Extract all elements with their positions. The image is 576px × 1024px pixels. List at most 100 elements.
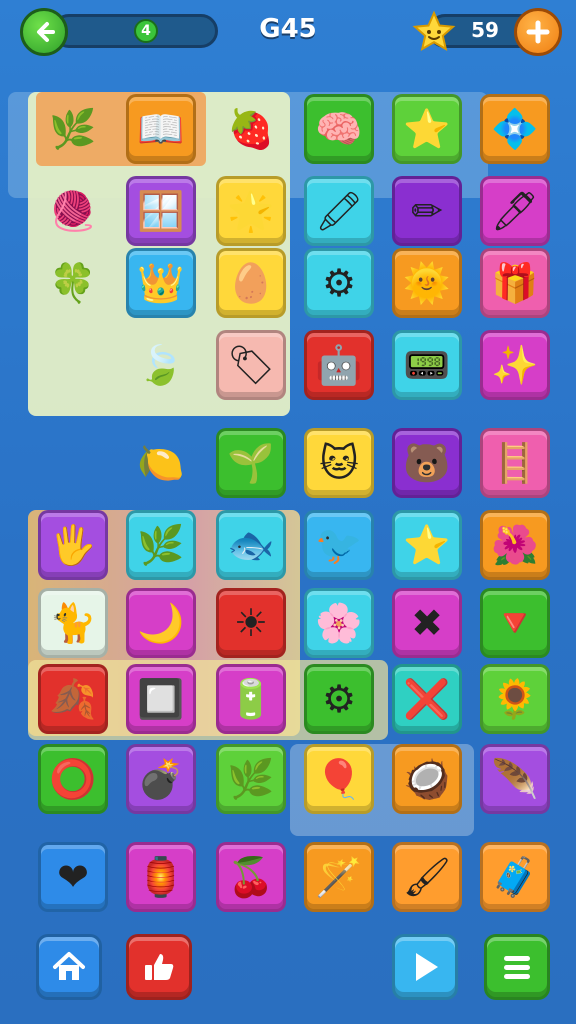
flower-face-icon: 🌺 — [491, 523, 539, 567]
tile[interactable]: 🌞 — [392, 248, 462, 318]
tile[interactable]: 🌱 — [216, 428, 286, 498]
tile[interactable]: 📟 — [392, 330, 462, 400]
tile[interactable]: 🍋 — [126, 428, 196, 498]
thumbs-up-icon — [145, 954, 174, 980]
level-title: G45 — [259, 14, 317, 44]
brush-icon: 🖌 — [402, 855, 452, 899]
tile[interactable]: 🎁 — [480, 248, 550, 318]
tile[interactable]: 🌿 — [216, 744, 286, 814]
tile[interactable]: 🪜 — [480, 428, 550, 498]
tile[interactable]: 🖌 — [392, 842, 462, 912]
tile[interactable]: 🌿 — [126, 510, 196, 580]
tile[interactable]: ⚙ — [304, 664, 374, 734]
arrow-left-icon — [37, 22, 55, 42]
back-button[interactable] — [20, 8, 68, 56]
star-icon — [412, 10, 456, 52]
menu-icon — [504, 956, 530, 979]
tile[interactable]: 🐦 — [304, 510, 374, 580]
robot-icon: 🤖 — [315, 343, 363, 387]
tile[interactable]: 🪄 — [304, 842, 374, 912]
tile[interactable]: 🌙 — [126, 588, 196, 658]
star-face-icon: ⭐ — [403, 107, 451, 151]
arrowhead-icon: 🔻 — [491, 601, 539, 645]
tile[interactable]: 🖐 — [38, 510, 108, 580]
bear-face-icon: 🐻 — [403, 441, 451, 485]
tile[interactable]: 🍀 — [38, 248, 108, 318]
tile[interactable]: 🌻 — [480, 664, 550, 734]
menu-button[interactable] — [484, 934, 550, 1000]
tile[interactable]: 🍃 — [126, 330, 196, 400]
lemon-icon: 🍋 — [137, 441, 185, 485]
add-stars-button[interactable] — [514, 8, 562, 56]
tile[interactable]: 🔲 — [126, 664, 196, 734]
brain-icon: 🧠 — [315, 107, 363, 151]
tile[interactable]: ⭐ — [392, 94, 462, 164]
tile[interactable]: ❤ — [38, 842, 108, 912]
tile[interactable]: 🏷 — [216, 330, 286, 400]
play-button[interactable] — [392, 934, 458, 1000]
tile[interactable]: 🐱 — [304, 428, 374, 498]
bomb-icon: 💣 — [137, 757, 185, 801]
strawberry-icon: 🍓 — [227, 107, 275, 151]
cog-icon: ⚙ — [321, 677, 357, 721]
tile[interactable]: ❌ — [392, 664, 462, 734]
tile[interactable]: ✏ — [392, 176, 462, 246]
wreath-icon: 🍀 — [49, 261, 97, 305]
tile[interactable]: ☀ — [216, 588, 286, 658]
like-button[interactable] — [126, 934, 192, 1000]
sunflower-icon: 🌻 — [491, 677, 539, 721]
tile[interactable]: 🥥 — [392, 744, 462, 814]
tile[interactable]: ⭕ — [38, 744, 108, 814]
tile[interactable]: 🧶 — [38, 176, 108, 246]
tile[interactable]: 🍒 — [216, 842, 286, 912]
frame-icon: 🔲 — [137, 677, 185, 721]
tile[interactable]: 👑 — [126, 248, 196, 318]
feather-icon: 🪶 — [491, 757, 539, 801]
tile[interactable]: 🏮 — [126, 842, 196, 912]
tile[interactable]: 🎈 — [304, 744, 374, 814]
tile[interactable]: 🐻 — [392, 428, 462, 498]
tile[interactable]: 🧳 — [480, 842, 550, 912]
home-button[interactable] — [36, 934, 102, 1000]
tile[interactable]: 🥚 — [216, 248, 286, 318]
tile[interactable]: 🔋 — [216, 664, 286, 734]
crossbones-icon: ✖ — [411, 601, 443, 645]
tile[interactable]: 🪟 — [126, 176, 196, 246]
tag-icon: 🏷 — [226, 343, 276, 387]
tile[interactable]: 💠 — [480, 94, 550, 164]
play-icon — [416, 953, 438, 981]
tile[interactable]: 🧠 — [304, 94, 374, 164]
star-smile-icon: 🌟 — [227, 189, 275, 233]
book-icon: 📖 — [137, 107, 185, 151]
cat-icon: 🐈 — [49, 601, 97, 645]
tile[interactable]: 🪶 — [480, 744, 550, 814]
gift-box-icon: 🎁 — [491, 261, 539, 305]
tile[interactable]: 🌟 — [216, 176, 286, 246]
hand-icon: 🖐 — [49, 523, 97, 567]
tile[interactable]: 🐟 — [216, 510, 286, 580]
tile[interactable]: 🐈 — [38, 588, 108, 658]
sun-face-icon: 🌞 — [403, 261, 451, 305]
tile[interactable]: 💣 — [126, 744, 196, 814]
gear-box-icon: ⚙ — [321, 261, 357, 305]
tile[interactable]: 📖 — [126, 94, 196, 164]
yarn-ball-icon: 🧶 — [49, 189, 97, 233]
tile[interactable]: 🌿 — [38, 94, 108, 164]
ring-icon: ⭕ — [49, 757, 97, 801]
tile[interactable]: 🖍 — [304, 176, 374, 246]
tile[interactable]: 🍂 — [38, 664, 108, 734]
tile[interactable]: ⭐ — [392, 510, 462, 580]
tile[interactable]: 🌺 — [480, 510, 550, 580]
lantern-icon: 🏮 — [137, 855, 185, 899]
tile[interactable]: 🤖 — [304, 330, 374, 400]
tile[interactable]: 🌸 — [304, 588, 374, 658]
tile[interactable]: 🔻 — [480, 588, 550, 658]
tile[interactable]: 🖊 — [480, 176, 550, 246]
tile[interactable]: 🍓 — [216, 94, 286, 164]
tile[interactable]: ✖ — [392, 588, 462, 658]
tile[interactable]: ✨ — [480, 330, 550, 400]
lemon-slice-icon: 🥥 — [403, 757, 451, 801]
tile[interactable]: ⚙ — [304, 248, 374, 318]
cat-face-icon: 🐱 — [319, 441, 359, 485]
crossed-sticks-icon: ❌ — [403, 677, 451, 721]
